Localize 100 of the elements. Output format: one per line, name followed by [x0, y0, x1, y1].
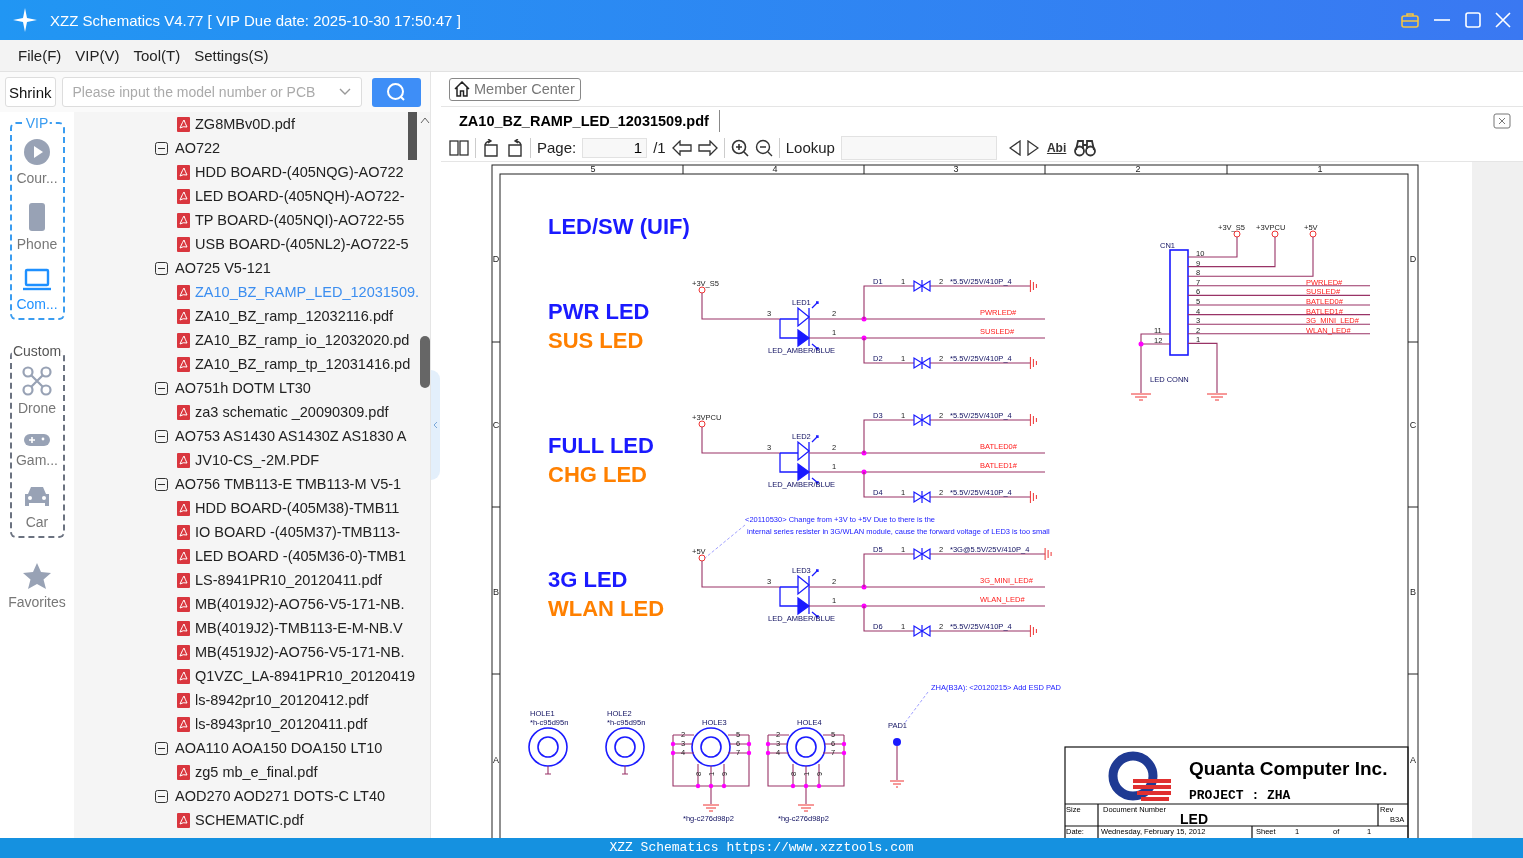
scrollbar-thumb[interactable] — [408, 112, 417, 160]
binoculars-icon[interactable] — [1074, 138, 1097, 157]
page-label: Page: — [537, 139, 577, 156]
close-icon[interactable] — [1495, 12, 1511, 28]
tree-item[interactable]: SCHEMATIC.pdf — [74, 808, 304, 832]
zoom-out-icon[interactable] — [754, 138, 773, 157]
two-page-icon[interactable] — [449, 139, 469, 156]
pdf-icon — [177, 188, 190, 204]
pdf-icon — [177, 284, 190, 300]
shrink-button[interactable]: Shrink — [5, 77, 56, 107]
tree-item[interactable]: ZA10_BZ_ramp_12032116.pdf — [74, 304, 394, 328]
tree-item[interactable]: ls-8943pr10_20120411.pdf — [74, 712, 368, 736]
collapse-icon[interactable] — [155, 141, 168, 155]
tree-folder[interactable]: AOA110 AOA150 DOA150 LT10 — [74, 736, 383, 760]
collapse-icon[interactable] — [155, 261, 168, 275]
laptop-icon — [22, 268, 52, 292]
row-marker: C — [1409, 420, 1417, 430]
tree-item[interactable]: Q1VZC_LA-8941PR10_20120419 — [74, 664, 416, 688]
junction-dot — [746, 750, 752, 756]
menu-item[interactable]: VIP(V) — [75, 47, 120, 64]
tree-item[interactable]: zg5 mb_e_final.pdf — [74, 760, 318, 784]
pdf-icon — [177, 500, 190, 516]
tree-item[interactable]: MB(4019J2)-TMB113-E-M-NB.V — [74, 616, 403, 640]
search-button[interactable] — [371, 77, 421, 107]
junction-dot — [841, 750, 847, 756]
junction-dot — [695, 783, 701, 789]
next-icon[interactable] — [1026, 139, 1039, 156]
led-label: SUS LED — [548, 328, 644, 353]
tree-item[interactable]: ZA10_BZ_ramp_tp_12031416.pd — [74, 352, 411, 376]
pdf-icon — [177, 596, 190, 612]
tree-folder[interactable]: AO725 V5-121 — [74, 256, 271, 280]
wire — [544, 765, 552, 775]
scrollbar-thumb[interactable] — [420, 336, 430, 388]
tree-folder[interactable]: AOD270 AOD271 DOTS-C LT40 — [74, 784, 386, 808]
tree-item[interactable]: HDD BOARD-(405M38)-TMB11 — [74, 496, 400, 520]
pdf-icon — [177, 404, 190, 420]
tree-item[interactable]: TP BOARD-(405NQI)-AO722-55 — [74, 208, 405, 232]
tree-item[interactable]: ZG8MBv0D.pdf — [74, 112, 295, 136]
ground-symbol — [702, 804, 720, 812]
scroll-up-icon[interactable] — [420, 117, 430, 124]
tree-item[interactable]: JV10-CS_-2M.PDF — [74, 448, 320, 472]
maximize-icon[interactable] — [1465, 12, 1481, 28]
tree-item[interactable]: MB(4019J2)-AO756-V5-171-NB. — [74, 592, 405, 616]
ground-symbol — [1029, 279, 1037, 293]
mounting-hole-symbol — [605, 727, 645, 767]
tree-item[interactable]: USB BOARD-(405NL2)-AO722-5 — [74, 232, 409, 256]
pdf-icon — [177, 572, 190, 588]
collapse-icon[interactable] — [155, 789, 168, 803]
close-tab-icon[interactable] — [1493, 112, 1511, 129]
tree-item[interactable]: LED BOARD -(405M36-0)-TMB1 — [74, 544, 407, 568]
nav-item[interactable]: Cour... — [11, 138, 63, 186]
power-port — [698, 420, 706, 428]
mounting-hole-symbol — [528, 727, 568, 767]
collapse-icon[interactable] — [155, 741, 168, 755]
tree-item[interactable]: HDD BOARD-(405NQG)-AO722 — [74, 160, 404, 184]
nav-label: Com... — [16, 296, 58, 312]
collapse-icon[interactable] — [155, 381, 168, 395]
wire — [896, 745, 898, 781]
tree-item[interactable]: LS-8941PR10_20120411.pdf — [74, 568, 382, 592]
nav-item[interactable]: Drone — [11, 366, 63, 416]
nav-item[interactable]: Car — [11, 484, 63, 530]
tree-folder[interactable]: AO722 — [74, 136, 221, 160]
match-word-button[interactable]: Abi — [1044, 140, 1069, 155]
ground-symbol — [1130, 393, 1152, 401]
collapse-handle[interactable] — [431, 370, 440, 480]
previous-icon[interactable] — [1008, 139, 1021, 156]
zoom-in-icon[interactable] — [730, 138, 749, 157]
menu-item[interactable]: Tool(T) — [133, 47, 181, 64]
menu-item[interactable]: File(F) — [18, 47, 62, 64]
lookup-field[interactable] — [840, 135, 997, 160]
search-field[interactable]: Please input the model number or PCB — [61, 77, 362, 107]
arrow-right-icon[interactable] — [697, 139, 718, 156]
tree-item[interactable]: ls-8942pr10_20120412.pdf — [74, 688, 369, 712]
menu-item[interactable]: Settings(S) — [194, 47, 269, 64]
tree-item[interactable]: IO BOARD -(405M37)-TMB113- — [74, 520, 401, 544]
nav-item[interactable]: Phone — [11, 202, 63, 252]
chevron-down-icon — [338, 88, 351, 96]
star-icon[interactable] — [22, 562, 52, 590]
tree-item[interactable]: LED BOARD-(405NQH)-AO722- — [74, 184, 405, 208]
favorites-label[interactable]: Favorites — [8, 594, 66, 610]
collapse-icon[interactable] — [155, 477, 168, 491]
member-center-button[interactable]: Member Center — [449, 77, 581, 101]
tree-item[interactable]: ZA10_BZ_ramp_io_12032020.pd — [74, 328, 410, 352]
document-tab[interactable]: ZA10_BZ_RAMP_LED_12031509.pdf — [451, 109, 720, 132]
tvs-diode-symbol — [913, 547, 931, 561]
nav-label: Cour... — [16, 170, 58, 186]
rotate-right-icon[interactable] — [506, 138, 524, 157]
tree-folder[interactable]: AO753 AS1430 AS1430Z AS1830 A — [74, 424, 407, 448]
tree-folder[interactable]: AO756 TMB113-E TMB113-M V5-1 — [74, 472, 402, 496]
power-port — [698, 286, 706, 294]
page-total: /1 — [653, 139, 666, 156]
tree-item[interactable]: za3 schematic _20090309.pdf — [74, 400, 389, 424]
collapse-icon[interactable] — [155, 429, 168, 443]
arrow-left-icon[interactable] — [671, 139, 692, 156]
led-label: 3G LED — [548, 567, 628, 592]
page-field[interactable]: 1 — [582, 137, 648, 158]
tree-folder[interactable]: AO751h DOTM LT30 — [74, 376, 311, 400]
nav-item[interactable]: Gam... — [11, 432, 63, 468]
rotate-left-icon[interactable] — [482, 138, 500, 157]
tree-item[interactable]: MB(4519J2)-AO756-V5-171-NB. — [74, 640, 405, 664]
